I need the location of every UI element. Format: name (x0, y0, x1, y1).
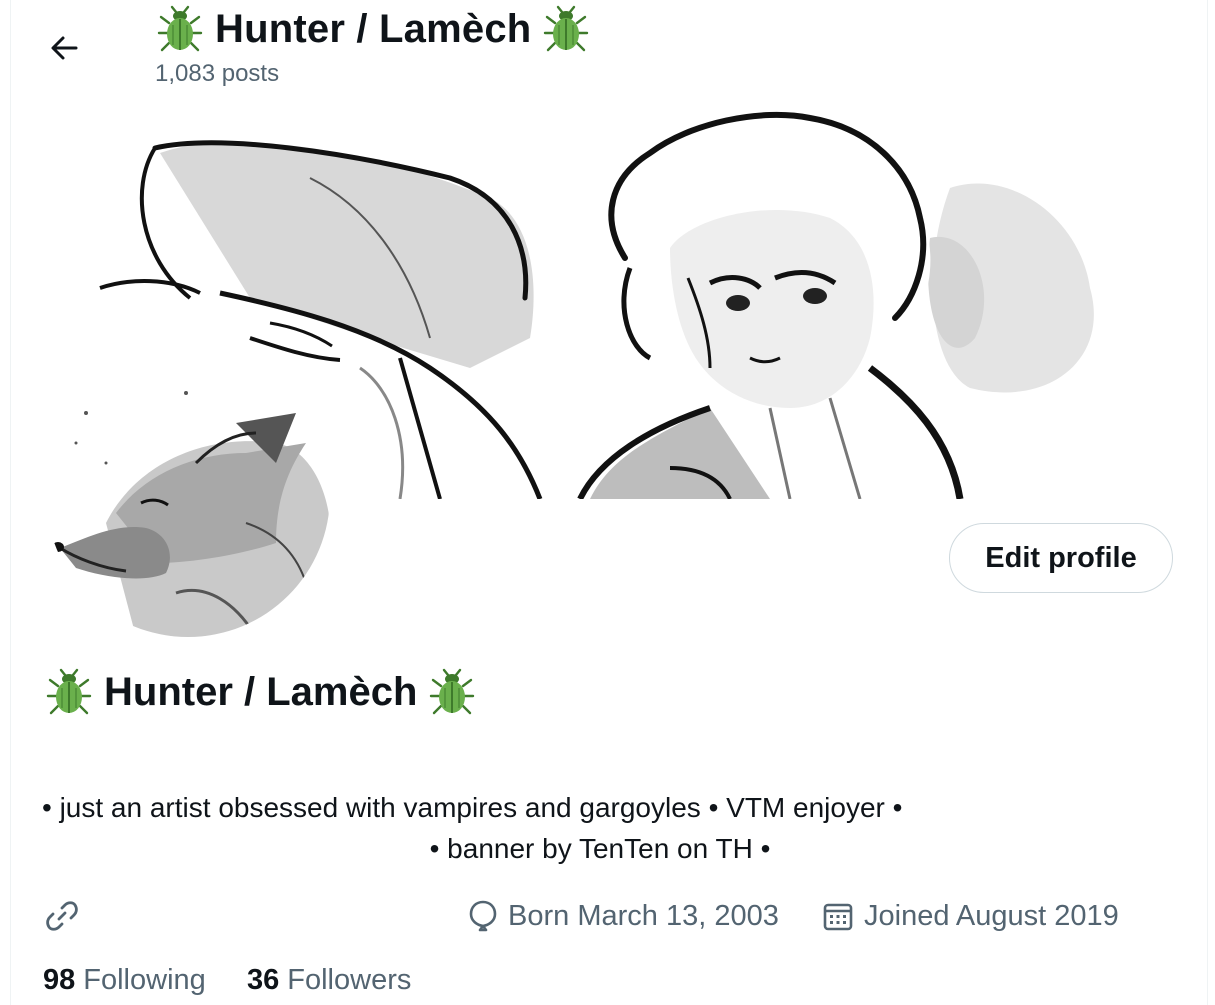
back-button[interactable] (40, 28, 88, 68)
beetle-icon (430, 668, 475, 715)
followers-count: 36 (247, 963, 280, 996)
beetle-icon (46, 668, 92, 715)
balloon-icon (469, 900, 497, 932)
birthday-text: Born March 13, 2003 (508, 899, 779, 932)
header-title: Hunter / Lamèch (157, 4, 589, 54)
display-name-text: Hunter / Lamèch (104, 669, 418, 714)
header-display-name: Hunter / Lamèch (215, 6, 532, 51)
followers-link[interactable]: 36 Followers (247, 960, 411, 1000)
bio-line: • banner by TenTen on TH • (429, 833, 771, 864)
following-link[interactable]: 98 Following (43, 960, 206, 1000)
beetle-icon (157, 5, 203, 52)
following-label: Following (83, 963, 206, 996)
followers-label: Followers (287, 963, 412, 996)
profile-display-name: Hunter / Lamèch (46, 665, 475, 719)
birthday-item: Born March 13, 2003 (468, 894, 779, 938)
website-link[interactable] (45, 894, 79, 938)
joined-text: Joined August 2019 (864, 899, 1119, 932)
edit-profile-button[interactable]: Edit profile (949, 523, 1173, 593)
following-count: 98 (43, 963, 76, 996)
column-border-right (1207, 0, 1208, 1005)
calendar-icon (823, 903, 853, 931)
joined-item: Joined August 2019 (822, 894, 1119, 938)
avatar[interactable] (46, 353, 330, 637)
post-count: 1,083 posts (155, 60, 280, 87)
bio-line: • just an artist obsessed with vampires … (42, 792, 903, 823)
link-icon (46, 901, 78, 931)
avatar-wolf-image (46, 353, 330, 637)
beetle-icon (544, 5, 589, 52)
arrow-left-icon (51, 36, 78, 60)
